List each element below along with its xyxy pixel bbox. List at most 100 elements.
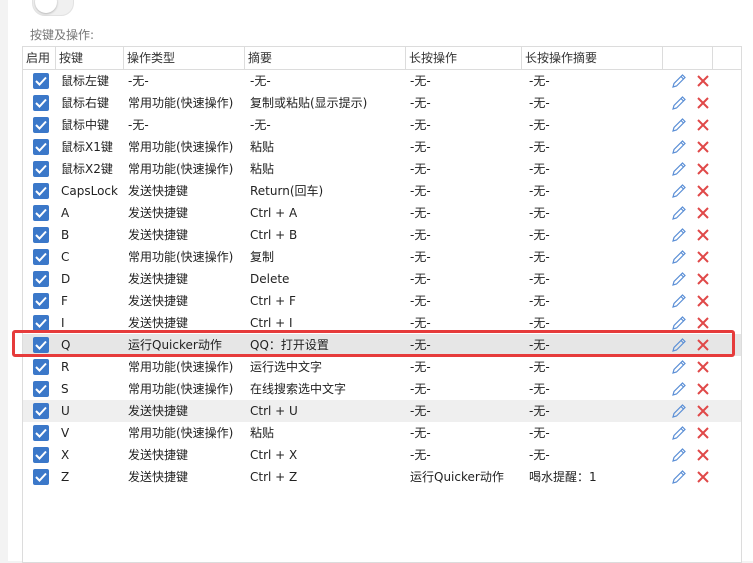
enable-toggle[interactable] (32, 0, 74, 16)
cell-summary: Ctrl + A (250, 206, 298, 220)
table-row[interactable]: Q 运行Quicker动作 QQ：打开设置 -无- -无- (23, 334, 741, 356)
enabled-checkbox-icon[interactable] (33, 249, 49, 265)
close-x-icon[interactable] (696, 316, 710, 330)
close-x-icon[interactable] (696, 448, 710, 462)
close-x-icon[interactable] (696, 294, 710, 308)
close-x-icon[interactable] (696, 96, 710, 110)
cell-summary: Delete (250, 272, 290, 286)
enabled-checkbox-icon[interactable] (33, 359, 49, 375)
pencil-icon[interactable] (671, 205, 687, 221)
table-row[interactable]: Z 发送快捷键 Ctrl + Z 运行Quicker动作 喝水提醒：1 (23, 466, 741, 488)
cell-summary: -无- (250, 118, 271, 132)
pencil-icon[interactable] (671, 139, 687, 155)
close-x-icon[interactable] (696, 360, 710, 374)
pencil-icon[interactable] (671, 117, 687, 133)
close-x-icon[interactable] (696, 162, 710, 176)
enabled-checkbox-icon[interactable] (33, 205, 49, 221)
table-row[interactable]: 鼠标X1键 常用功能(快速操作) 粘贴 -无- -无- (23, 136, 741, 158)
enabled-checkbox-icon[interactable] (33, 337, 49, 353)
table-row[interactable]: 鼠标中键 -无- -无- -无- -无- (23, 114, 741, 136)
enabled-checkbox-icon[interactable] (33, 381, 49, 397)
table-row[interactable]: S 常用功能(快速操作) 在线搜索选中文字 -无- -无- (23, 378, 741, 400)
cell-long-summary: -无- (529, 228, 550, 242)
pencil-icon[interactable] (671, 293, 687, 309)
table-row[interactable]: X 发送快捷键 Ctrl + X -无- -无- (23, 444, 741, 466)
cell-type: 发送快捷键 (128, 470, 189, 484)
table-row[interactable]: R 常用功能(快速操作) 运行选中文字 -无- -无- (23, 356, 741, 378)
cell-key: 鼠标右键 (61, 96, 110, 110)
close-x-icon[interactable] (696, 404, 710, 418)
pencil-icon[interactable] (671, 315, 687, 331)
pencil-icon[interactable] (671, 337, 687, 353)
col-enabled[interactable]: 启用 (23, 47, 56, 69)
table-row[interactable]: D 发送快捷键 Delete -无- -无- (23, 268, 741, 290)
cell-type: 发送快捷键 (128, 404, 189, 418)
table-row[interactable]: A 发送快捷键 Ctrl + A -无- -无- (23, 202, 741, 224)
close-x-icon[interactable] (696, 382, 710, 396)
pencil-icon[interactable] (671, 249, 687, 265)
table-row[interactable]: I 发送快捷键 Ctrl + I -无- -无- (23, 312, 741, 334)
pencil-icon[interactable] (671, 403, 687, 419)
enabled-checkbox-icon[interactable] (33, 469, 49, 485)
close-x-icon[interactable] (696, 228, 710, 242)
col-key[interactable]: 按键 (56, 47, 124, 69)
enabled-checkbox-icon[interactable] (33, 425, 49, 441)
pencil-icon[interactable] (671, 73, 687, 89)
enabled-checkbox-icon[interactable] (33, 447, 49, 463)
table-row[interactable]: C 常用功能(快速操作) 复制 -无- -无- (23, 246, 741, 268)
close-x-icon[interactable] (696, 338, 710, 352)
enabled-checkbox-icon[interactable] (33, 315, 49, 331)
close-x-icon[interactable] (696, 184, 710, 198)
enabled-checkbox-icon[interactable] (33, 95, 49, 111)
col-long-press[interactable]: 长按操作 (406, 47, 522, 69)
enabled-checkbox-icon[interactable] (33, 73, 49, 89)
col-summary[interactable]: 摘要 (245, 47, 406, 69)
enabled-checkbox-icon[interactable] (33, 293, 49, 309)
enabled-checkbox-icon[interactable] (33, 271, 49, 287)
col-action-type[interactable]: 操作类型 (124, 47, 245, 69)
table-row[interactable]: 鼠标左键 -无- -无- -无- -无- (23, 70, 741, 92)
close-x-icon[interactable] (696, 250, 710, 264)
cell-summary: Ctrl + Z (250, 470, 298, 484)
cell-long-summary: -无- (529, 74, 550, 88)
enabled-checkbox-icon[interactable] (33, 117, 49, 133)
table-row[interactable]: 鼠标X2键 常用功能(快速操作) 粘贴 -无- -无- (23, 158, 741, 180)
close-x-icon[interactable] (696, 74, 710, 88)
cell-summary: -无- (250, 74, 271, 88)
pencil-icon[interactable] (671, 183, 687, 199)
close-x-icon[interactable] (696, 470, 710, 484)
table-row[interactable]: V 常用功能(快速操作) 粘贴 -无- -无- (23, 422, 741, 444)
enabled-checkbox-icon[interactable] (33, 183, 49, 199)
pencil-icon[interactable] (671, 447, 687, 463)
enabled-checkbox-icon[interactable] (33, 227, 49, 243)
enabled-checkbox-icon[interactable] (33, 161, 49, 177)
enabled-checkbox-icon[interactable] (33, 139, 49, 155)
close-x-icon[interactable] (696, 118, 710, 132)
cell-summary: 复制或粘贴(显示提示) (250, 96, 368, 110)
pencil-icon[interactable] (671, 381, 687, 397)
close-x-icon[interactable] (696, 426, 710, 440)
pencil-icon[interactable] (671, 227, 687, 243)
enabled-checkbox-icon[interactable] (33, 403, 49, 419)
table-row[interactable]: F 发送快捷键 Ctrl + F -无- -无- (23, 290, 741, 312)
table-row[interactable]: U 发送快捷键 Ctrl + U -无- -无- (23, 400, 741, 422)
pencil-icon[interactable] (671, 425, 687, 441)
cell-long: -无- (410, 140, 431, 154)
cell-type: 常用功能(快速操作) (128, 96, 234, 110)
col-filler (713, 47, 741, 69)
pencil-icon[interactable] (671, 469, 687, 485)
table-row[interactable]: CapsLock 发送快捷键 Return(回车) -无- -无- (23, 180, 741, 202)
pencil-icon[interactable] (671, 95, 687, 111)
table-row[interactable]: B 发送快捷键 Ctrl + B -无- -无- (23, 224, 741, 246)
col-long-press-summary[interactable]: 长按操作摘要 (522, 47, 663, 69)
pencil-icon[interactable] (671, 271, 687, 287)
close-x-icon[interactable] (696, 140, 710, 154)
cell-long-summary: -无- (529, 96, 550, 110)
table-row[interactable]: 鼠标右键 常用功能(快速操作) 复制或粘贴(显示提示) -无- -无- (23, 92, 741, 114)
close-x-icon[interactable] (696, 272, 710, 286)
pencil-icon[interactable] (671, 359, 687, 375)
cell-type: 发送快捷键 (128, 228, 189, 242)
cell-long: -无- (410, 74, 431, 88)
pencil-icon[interactable] (671, 161, 687, 177)
close-x-icon[interactable] (696, 206, 710, 220)
